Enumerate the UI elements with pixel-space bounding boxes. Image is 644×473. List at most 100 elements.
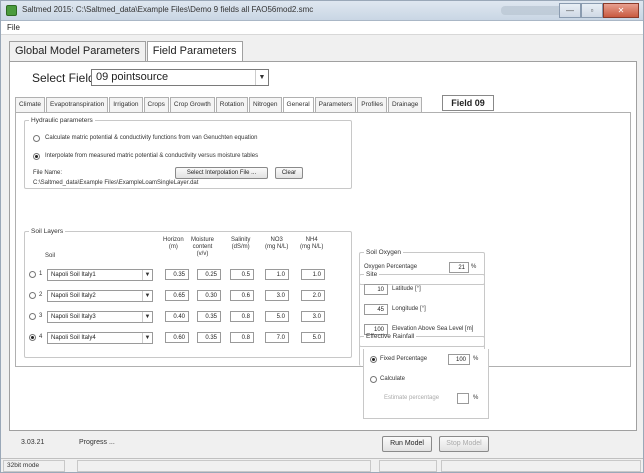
soil-layer-2-horizon-input[interactable]: 0.65	[165, 290, 189, 301]
soil-layer-1-moisture-input[interactable]: 0.25	[197, 269, 221, 280]
soil-layer-2-soil-dropdown[interactable]: Napoli Soil Italy2 ▼	[47, 290, 153, 302]
status-mode: 32bit mode	[3, 460, 65, 472]
soil-layer-1-soil: Napoli Soil Italy1	[51, 272, 96, 278]
calculate-rainfall-radio[interactable]	[370, 376, 377, 383]
maximize-button[interactable]: ▫	[581, 3, 603, 18]
soil-oxygen-legend: Soil Oxygen	[366, 249, 402, 256]
tab-irrigation[interactable]: Irrigation	[109, 97, 143, 112]
soil-layers-legend: Soil Layers	[31, 228, 64, 235]
fixed-percentage-radio[interactable]	[370, 356, 377, 363]
soil-layer-2-nh4-input[interactable]: 2.0	[301, 290, 325, 301]
effective-rainfall-legend: Effective Rainfall	[366, 333, 415, 340]
menu-bar: File	[1, 21, 643, 35]
header-nh4: NH4 (mg N/L)	[300, 237, 324, 250]
soil-layer-1-soil-dropdown[interactable]: Napoli Soil Italy1 ▼	[47, 269, 153, 281]
soil-layer-3-no3-input[interactable]: 5.0	[265, 311, 289, 322]
tab-general[interactable]: General	[282, 97, 314, 112]
tab-parameters[interactable]: Parameters	[314, 97, 357, 112]
stop-model-button[interactable]: Stop Model	[439, 436, 489, 452]
soil-layer-2-moisture-input[interactable]: 0.30	[197, 290, 221, 301]
select-field-value: 09 pointsource	[96, 71, 169, 83]
app-window: Saltmed 2015: C:\Saltmed_data\Example Fi…	[0, 0, 644, 473]
estimate-percentage-label: Estimate percentage	[384, 395, 440, 401]
field-badge: Field 09	[442, 95, 494, 111]
soil-layer-2-soil: Napoli Soil Italy2	[51, 293, 96, 299]
soil-layer-4-salinity-input[interactable]: 0.8	[230, 332, 254, 343]
soil-layer-3-salinity-input[interactable]: 0.8	[230, 311, 254, 322]
latitude-input[interactable]: 10	[364, 284, 388, 295]
status-segment-3	[379, 460, 437, 472]
tab-drainage[interactable]: Drainage	[387, 97, 423, 112]
soil-layer-3-radio[interactable]	[29, 313, 36, 320]
soil-layers-group: Soil Layers Soil Horizon (m) Moisture co…	[24, 228, 352, 358]
tab-crop-growth[interactable]: Crop Growth	[169, 97, 215, 112]
select-field-label: Select Field	[32, 71, 95, 85]
select-field-dropdown[interactable]: 09 pointsource ▼	[91, 69, 269, 86]
menu-file[interactable]: File	[7, 23, 20, 32]
soil-layer-1-salinity-input[interactable]: 0.5	[230, 269, 254, 280]
soil-layer-1-horizon-input[interactable]: 0.35	[165, 269, 189, 280]
close-button[interactable]: ✕	[603, 3, 639, 18]
soil-layer-2-no3-input[interactable]: 3.0	[265, 290, 289, 301]
soil-layer-4-nh4-input[interactable]: 5.0	[301, 332, 325, 343]
effective-rainfall-group: Fixed Percentage 100 % Calculate Estimat…	[363, 349, 489, 419]
file-path: C:\Saltmed_data\Example Files\ExampleLoa…	[33, 180, 199, 186]
hydraulic-option-interpolate-label: Interpolate from measured matric potenti…	[45, 153, 259, 159]
header-horizon: Horizon (m)	[163, 237, 184, 250]
soil-layer-4-no3-input[interactable]: 7.0	[265, 332, 289, 343]
fixed-percentage-label: Fixed Percentage	[380, 356, 428, 362]
run-model-button[interactable]: Run Model	[382, 436, 432, 452]
chevron-down-icon[interactable]: ▼	[255, 70, 268, 85]
tab-profiles[interactable]: Profiles	[357, 97, 387, 112]
hydraulic-parameters-legend: Hydraulic parameters	[31, 117, 93, 124]
soil-layer-1-radio[interactable]	[29, 271, 36, 278]
minimize-button[interactable]: —	[559, 3, 581, 18]
header-soil: Soil	[45, 253, 56, 259]
sub-tabs: Climate Evapotranspiration Irrigation Cr…	[15, 97, 423, 112]
calculate-rainfall-label: Calculate	[380, 376, 406, 382]
status-segment-4	[441, 460, 641, 472]
hydraulic-option-calculate-label: Calculate matric potential & conductivit…	[45, 135, 258, 141]
tab-global-model-parameters[interactable]: Global Model Parameters	[9, 41, 146, 61]
longitude-input[interactable]: 45	[364, 304, 388, 315]
select-interpolation-file-button[interactable]: Select Interpolation File ...	[175, 167, 268, 179]
soil-layer-3-horizon-input[interactable]: 0.40	[165, 311, 189, 322]
soil-layer-4-moisture-input[interactable]: 0.35	[197, 332, 221, 343]
soil-layer-3-number: 3	[39, 313, 43, 319]
tab-nitrogen[interactable]: Nitrogen	[248, 97, 282, 112]
tab-crops[interactable]: Crops	[143, 97, 169, 112]
chevron-down-icon[interactable]: ▼	[142, 312, 152, 322]
soil-layer-4-horizon-input[interactable]: 0.60	[165, 332, 189, 343]
header-moisture: Moisture content (v/v)	[191, 237, 215, 257]
chevron-down-icon[interactable]: ▼	[142, 333, 152, 343]
tab-climate[interactable]: Climate	[15, 97, 46, 112]
soil-layer-1-no3-input[interactable]: 1.0	[265, 269, 289, 280]
oxygen-percentage-unit: %	[471, 264, 477, 270]
tab-field-parameters[interactable]: Field Parameters	[146, 41, 243, 61]
chevron-down-icon[interactable]: ▼	[142, 291, 152, 301]
soil-layer-1-nh4-input[interactable]: 1.0	[301, 269, 325, 280]
window-title: Saltmed 2015: C:\Saltmed_data\Example Fi…	[22, 5, 314, 14]
soil-layer-3-moisture-input[interactable]: 0.35	[197, 311, 221, 322]
hydraulic-option-calculate-radio[interactable]	[33, 135, 40, 142]
elevation-label: Elevation Above Sea Level [m]	[392, 326, 474, 332]
soil-layer-4-soil-dropdown[interactable]: Napoli Soil Italy4 ▼	[47, 332, 153, 344]
fixed-percentage-unit: %	[473, 356, 479, 362]
soil-layer-2-salinity-input[interactable]: 0.6	[230, 290, 254, 301]
longitude-label: Longitude [°]	[392, 306, 426, 312]
estimate-percentage-unit: %	[473, 395, 479, 401]
soil-layer-4-radio[interactable]	[29, 334, 36, 341]
main-tabs: Global Model Parameters Field Parameters	[9, 41, 244, 61]
soil-layer-2-radio[interactable]	[29, 292, 36, 299]
fixed-percentage-input[interactable]: 100	[448, 354, 470, 365]
chevron-down-icon[interactable]: ▼	[142, 270, 152, 280]
clear-button[interactable]: Clear	[275, 167, 303, 179]
soil-layer-3-nh4-input[interactable]: 3.0	[301, 311, 325, 322]
tab-evapotranspiration[interactable]: Evapotranspiration	[46, 97, 109, 112]
hydraulic-option-interpolate-radio[interactable]	[33, 153, 40, 160]
tab-rotation[interactable]: Rotation	[215, 97, 248, 112]
soil-layer-1-number: 1	[39, 271, 43, 277]
status-segment-2	[77, 460, 371, 472]
estimate-percentage-input[interactable]	[457, 393, 469, 404]
soil-layer-3-soil-dropdown[interactable]: Napoli Soil Italy3 ▼	[47, 311, 153, 323]
